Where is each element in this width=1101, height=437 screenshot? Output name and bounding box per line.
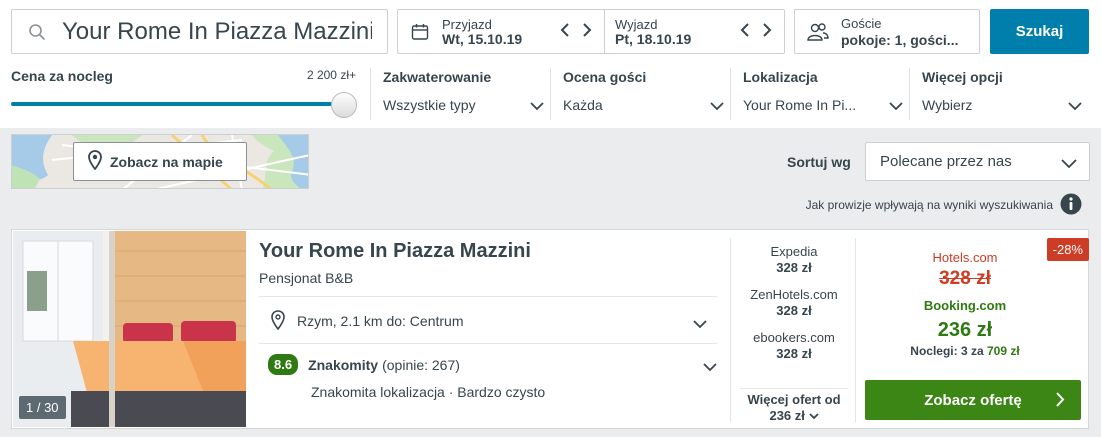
offer-item[interactable]: ebookers.com 328 zł — [732, 330, 856, 362]
checkout-field[interactable]: Wyjazd Pt, 18.10.19 — [605, 10, 784, 53]
sort-label: Sortuj wg — [787, 154, 851, 170]
chevron-down-icon — [808, 408, 819, 423]
best-deal-panel: -28% Hotels.com 328 zł Booking.com 236 z… — [865, 230, 1089, 428]
chevron-down-icon[interactable] — [693, 316, 707, 332]
checkout-prev-day-icon[interactable] — [740, 22, 750, 43]
divider — [259, 296, 717, 297]
chevron-down-icon — [1061, 156, 1077, 173]
chevron-down-icon[interactable] — [703, 359, 717, 375]
checkin-field[interactable]: Przyjazd Wt, 15.10.19 — [398, 10, 605, 53]
more-offers-button[interactable]: Więcej ofert od 236 zł — [740, 388, 848, 424]
location-row[interactable]: Rzym, 2.1 km do: Centrum — [271, 308, 717, 334]
offer-item[interactable]: ZenHotels.com 328 zł — [732, 287, 856, 319]
filter-value: Wybierz — [922, 97, 973, 113]
offer-price: 328 zł — [776, 303, 812, 318]
offer-provider: ebookers.com — [753, 330, 835, 345]
show-on-map-label: Zobacz na mapie — [110, 153, 223, 170]
filter-value: Każda — [563, 97, 603, 113]
strike-provider: Hotels.com — [932, 250, 998, 265]
guests-value: pokoje: 1, gości... — [841, 31, 959, 48]
price-filter-label: Cena za nocleg — [11, 68, 113, 84]
view-deal-label: Zobacz ofertę — [924, 391, 1022, 409]
chevron-down-icon — [889, 98, 903, 116]
rating-highlights: Znakomita lokalizacja · Bardzo czysto — [311, 384, 546, 400]
hotel-result-card[interactable]: 1 / 30 Your Rome In Piazza Mazzini Pensj… — [11, 229, 1089, 429]
checkin-label: Przyjazd — [442, 16, 492, 32]
checkin-date: Wt, 15.10.19 — [442, 30, 523, 47]
best-price: 236 zł — [937, 319, 993, 341]
divider — [259, 343, 717, 344]
more-offers-price: 236 zł — [769, 408, 805, 423]
nights-text: Noclegi: 3 za — [910, 344, 984, 358]
chevron-down-icon — [1068, 98, 1082, 116]
location-pin-icon — [271, 309, 285, 333]
checkin-prev-day-icon[interactable] — [560, 22, 570, 43]
filter-title: Zakwaterowanie — [383, 69, 492, 85]
nights-summary: Noclegi: 3 za 709 zł — [865, 344, 1065, 358]
rating-word: Znakomity — [308, 356, 379, 373]
commission-info-link[interactable]: Jak prowizje wpływają na wyniki wyszukiw… — [806, 198, 1053, 212]
best-provider: Booking.com — [923, 298, 1007, 313]
guests-label: Goście — [841, 15, 882, 31]
filter-title: Lokalizacja — [743, 69, 818, 85]
rating-row[interactable]: 8.6 Znakomity (opinie: 267) — [268, 354, 717, 375]
hotel-type: Pensjonat B&B — [259, 270, 354, 286]
checkout-next-day-icon[interactable] — [762, 22, 772, 43]
search-button[interactable]: Szukaj — [990, 9, 1089, 54]
filter-guest-rating[interactable]: Ocena gości Każda — [550, 68, 730, 120]
chevron-down-icon — [530, 98, 544, 116]
hotel-photo[interactable]: 1 / 30 — [13, 231, 246, 427]
offer-provider: Expedia — [770, 244, 818, 259]
rating-score-badge: 8.6 — [268, 354, 299, 375]
chevron-right-icon — [1056, 392, 1065, 411]
destination-search-box[interactable] — [11, 9, 388, 54]
top-search-bar: Przyjazd Wt, 15.10.19 Wyjazd Pt, 18.10.1… — [0, 0, 1101, 128]
offer-price: 328 zł — [776, 260, 812, 275]
show-on-map-button[interactable]: Zobacz na mapie — [73, 142, 247, 181]
view-deal-button[interactable]: Zobacz ofertę — [865, 380, 1081, 420]
chevron-down-icon — [710, 98, 724, 116]
location-text: Rzym, 2.1 km do: Centrum — [297, 313, 464, 329]
filter-value: Wszystkie typy — [383, 97, 476, 113]
date-picker[interactable]: Przyjazd Wt, 15.10.19 Wyjazd Pt, 18.10.1… — [397, 9, 785, 54]
filter-title: Ocena gości — [563, 69, 647, 85]
offer-item[interactable]: Expedia 328 zł — [732, 244, 856, 276]
filter-accommodation[interactable]: Zakwaterowanie Wszystkie typy — [370, 68, 550, 120]
price-slider-track[interactable] — [11, 102, 341, 106]
checkin-next-day-icon[interactable] — [582, 22, 592, 43]
info-icon[interactable] — [1060, 193, 1082, 220]
divider — [730, 238, 731, 422]
more-offers-label: Więcej ofert od — [747, 392, 841, 407]
filter-more-options[interactable]: Więcej opcji Wybierz — [909, 68, 1088, 120]
sort-selected-value: Polecane przez nas — [880, 153, 1012, 170]
map-pin-icon — [88, 150, 102, 173]
search-icon — [12, 23, 62, 41]
price-slider-handle[interactable] — [331, 92, 357, 118]
photo-counter: 1 / 30 — [19, 396, 66, 419]
filter-value: Your Rome In Pi... — [743, 97, 857, 113]
strike-price: 328 zł — [939, 268, 991, 289]
rating-count: (opinie: 267) — [382, 356, 460, 373]
offer-price: 328 zł — [776, 346, 812, 361]
offer-provider: ZenHotels.com — [750, 287, 838, 302]
nights-total: 709 zł — [987, 344, 1020, 358]
filter-location[interactable]: Lokalizacja Your Rome In Pi... — [730, 68, 909, 120]
destination-input[interactable] — [62, 17, 372, 46]
filter-title: Więcej opcji — [922, 69, 1003, 85]
calendar-icon — [398, 22, 442, 42]
price-max-value: 2 200 zł+ — [306, 68, 356, 82]
hotel-name[interactable]: Your Rome In Piazza Mazzini — [259, 240, 531, 263]
guests-field[interactable]: Goście pokoje: 1, gości... — [794, 9, 980, 54]
sort-dropdown[interactable]: Polecane przez nas — [865, 142, 1090, 181]
checkout-label: Wyjazd — [615, 16, 658, 32]
guests-icon — [795, 22, 841, 42]
checkout-date: Pt, 18.10.19 — [615, 30, 692, 47]
